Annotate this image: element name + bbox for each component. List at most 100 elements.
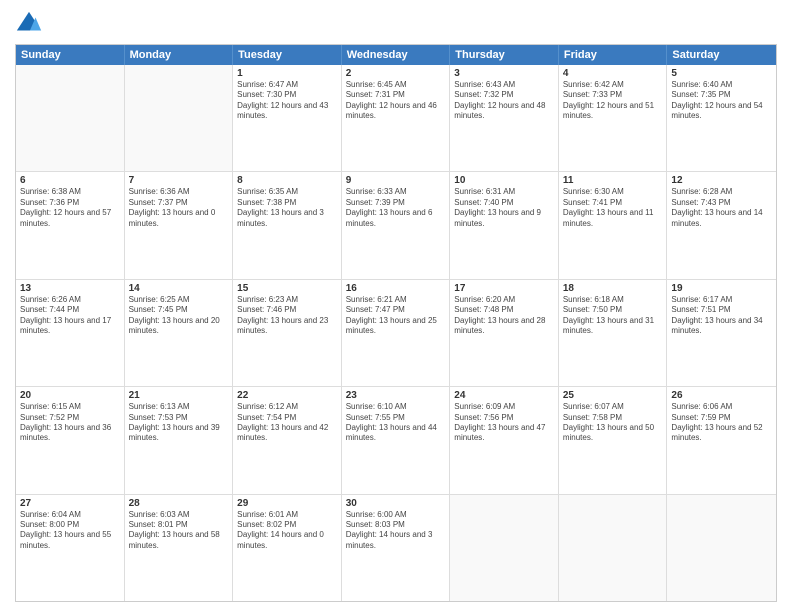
day-number: 25 [563,390,663,401]
cal-cell-5-4: 30Sunrise: 6:00 AM Sunset: 8:03 PM Dayli… [342,495,451,601]
cal-cell-3-3: 15Sunrise: 6:23 AM Sunset: 7:46 PM Dayli… [233,280,342,386]
cal-cell-4-2: 21Sunrise: 6:13 AM Sunset: 7:53 PM Dayli… [125,387,234,493]
logo-icon [15,10,43,38]
cal-cell-2-6: 11Sunrise: 6:30 AM Sunset: 7:41 PM Dayli… [559,172,668,278]
cal-cell-5-6 [559,495,668,601]
day-info: Sunrise: 6:20 AM Sunset: 7:48 PM Dayligh… [454,295,554,337]
day-info: Sunrise: 6:21 AM Sunset: 7:47 PM Dayligh… [346,295,446,337]
day-info: Sunrise: 6:07 AM Sunset: 7:58 PM Dayligh… [563,402,663,444]
day-info: Sunrise: 6:00 AM Sunset: 8:03 PM Dayligh… [346,510,446,552]
day-info: Sunrise: 6:01 AM Sunset: 8:02 PM Dayligh… [237,510,337,552]
day-info: Sunrise: 6:12 AM Sunset: 7:54 PM Dayligh… [237,402,337,444]
cal-cell-3-7: 19Sunrise: 6:17 AM Sunset: 7:51 PM Dayli… [667,280,776,386]
calendar-row-2: 6Sunrise: 6:38 AM Sunset: 7:36 PM Daylig… [16,171,776,278]
cal-cell-4-3: 22Sunrise: 6:12 AM Sunset: 7:54 PM Dayli… [233,387,342,493]
day-info: Sunrise: 6:33 AM Sunset: 7:39 PM Dayligh… [346,187,446,229]
day-info: Sunrise: 6:36 AM Sunset: 7:37 PM Dayligh… [129,187,229,229]
calendar-row-5: 27Sunrise: 6:04 AM Sunset: 8:00 PM Dayli… [16,494,776,601]
header-day-thursday: Thursday [450,45,559,65]
day-number: 24 [454,390,554,401]
cal-cell-5-2: 28Sunrise: 6:03 AM Sunset: 8:01 PM Dayli… [125,495,234,601]
day-number: 10 [454,175,554,186]
day-number: 16 [346,283,446,294]
cal-cell-3-6: 18Sunrise: 6:18 AM Sunset: 7:50 PM Dayli… [559,280,668,386]
day-info: Sunrise: 6:09 AM Sunset: 7:56 PM Dayligh… [454,402,554,444]
header-day-tuesday: Tuesday [233,45,342,65]
day-number: 6 [20,175,120,186]
cal-cell-2-5: 10Sunrise: 6:31 AM Sunset: 7:40 PM Dayli… [450,172,559,278]
day-number: 14 [129,283,229,294]
cal-cell-4-1: 20Sunrise: 6:15 AM Sunset: 7:52 PM Dayli… [16,387,125,493]
cal-cell-2-2: 7Sunrise: 6:36 AM Sunset: 7:37 PM Daylig… [125,172,234,278]
cal-cell-5-5 [450,495,559,601]
day-info: Sunrise: 6:06 AM Sunset: 7:59 PM Dayligh… [671,402,772,444]
day-number: 3 [454,68,554,79]
day-number: 12 [671,175,772,186]
cal-cell-3-2: 14Sunrise: 6:25 AM Sunset: 7:45 PM Dayli… [125,280,234,386]
day-info: Sunrise: 6:43 AM Sunset: 7:32 PM Dayligh… [454,80,554,122]
calendar-row-1: 1Sunrise: 6:47 AM Sunset: 7:30 PM Daylig… [16,65,776,171]
cal-cell-2-4: 9Sunrise: 6:33 AM Sunset: 7:39 PM Daylig… [342,172,451,278]
cal-cell-5-1: 27Sunrise: 6:04 AM Sunset: 8:00 PM Dayli… [16,495,125,601]
day-number: 26 [671,390,772,401]
cal-cell-3-4: 16Sunrise: 6:21 AM Sunset: 7:47 PM Dayli… [342,280,451,386]
cal-cell-4-6: 25Sunrise: 6:07 AM Sunset: 7:58 PM Dayli… [559,387,668,493]
day-number: 1 [237,68,337,79]
cal-cell-5-7 [667,495,776,601]
calendar-header: SundayMondayTuesdayWednesdayThursdayFrid… [16,45,776,65]
cal-cell-2-1: 6Sunrise: 6:38 AM Sunset: 7:36 PM Daylig… [16,172,125,278]
day-number: 15 [237,283,337,294]
cal-cell-3-1: 13Sunrise: 6:26 AM Sunset: 7:44 PM Dayli… [16,280,125,386]
day-info: Sunrise: 6:10 AM Sunset: 7:55 PM Dayligh… [346,402,446,444]
page: SundayMondayTuesdayWednesdayThursdayFrid… [0,0,792,612]
header-day-friday: Friday [559,45,668,65]
header-day-saturday: Saturday [667,45,776,65]
day-info: Sunrise: 6:38 AM Sunset: 7:36 PM Dayligh… [20,187,120,229]
day-number: 30 [346,498,446,509]
cal-cell-3-5: 17Sunrise: 6:20 AM Sunset: 7:48 PM Dayli… [450,280,559,386]
day-number: 8 [237,175,337,186]
calendar-body: 1Sunrise: 6:47 AM Sunset: 7:30 PM Daylig… [16,65,776,601]
cal-cell-4-7: 26Sunrise: 6:06 AM Sunset: 7:59 PM Dayli… [667,387,776,493]
header-day-sunday: Sunday [16,45,125,65]
day-number: 18 [563,283,663,294]
day-number: 29 [237,498,337,509]
calendar-row-3: 13Sunrise: 6:26 AM Sunset: 7:44 PM Dayli… [16,279,776,386]
day-info: Sunrise: 6:45 AM Sunset: 7:31 PM Dayligh… [346,80,446,122]
day-info: Sunrise: 6:42 AM Sunset: 7:33 PM Dayligh… [563,80,663,122]
calendar-row-4: 20Sunrise: 6:15 AM Sunset: 7:52 PM Dayli… [16,386,776,493]
day-info: Sunrise: 6:23 AM Sunset: 7:46 PM Dayligh… [237,295,337,337]
cal-cell-2-3: 8Sunrise: 6:35 AM Sunset: 7:38 PM Daylig… [233,172,342,278]
header [15,10,777,38]
day-info: Sunrise: 6:13 AM Sunset: 7:53 PM Dayligh… [129,402,229,444]
day-info: Sunrise: 6:15 AM Sunset: 7:52 PM Dayligh… [20,402,120,444]
day-info: Sunrise: 6:31 AM Sunset: 7:40 PM Dayligh… [454,187,554,229]
day-info: Sunrise: 6:25 AM Sunset: 7:45 PM Dayligh… [129,295,229,337]
day-info: Sunrise: 6:40 AM Sunset: 7:35 PM Dayligh… [671,80,772,122]
day-number: 5 [671,68,772,79]
day-number: 17 [454,283,554,294]
day-info: Sunrise: 6:47 AM Sunset: 7:30 PM Dayligh… [237,80,337,122]
day-info: Sunrise: 6:17 AM Sunset: 7:51 PM Dayligh… [671,295,772,337]
day-number: 22 [237,390,337,401]
cal-cell-4-4: 23Sunrise: 6:10 AM Sunset: 7:55 PM Dayli… [342,387,451,493]
day-number: 11 [563,175,663,186]
cal-cell-1-7: 5Sunrise: 6:40 AM Sunset: 7:35 PM Daylig… [667,65,776,171]
cal-cell-1-4: 2Sunrise: 6:45 AM Sunset: 7:31 PM Daylig… [342,65,451,171]
day-info: Sunrise: 6:18 AM Sunset: 7:50 PM Dayligh… [563,295,663,337]
day-number: 2 [346,68,446,79]
day-number: 13 [20,283,120,294]
cal-cell-5-3: 29Sunrise: 6:01 AM Sunset: 8:02 PM Dayli… [233,495,342,601]
day-number: 9 [346,175,446,186]
day-number: 21 [129,390,229,401]
day-number: 4 [563,68,663,79]
day-number: 20 [20,390,120,401]
logo [15,10,47,38]
day-number: 19 [671,283,772,294]
day-number: 7 [129,175,229,186]
day-info: Sunrise: 6:26 AM Sunset: 7:44 PM Dayligh… [20,295,120,337]
day-info: Sunrise: 6:03 AM Sunset: 8:01 PM Dayligh… [129,510,229,552]
header-day-wednesday: Wednesday [342,45,451,65]
cal-cell-1-5: 3Sunrise: 6:43 AM Sunset: 7:32 PM Daylig… [450,65,559,171]
day-info: Sunrise: 6:28 AM Sunset: 7:43 PM Dayligh… [671,187,772,229]
